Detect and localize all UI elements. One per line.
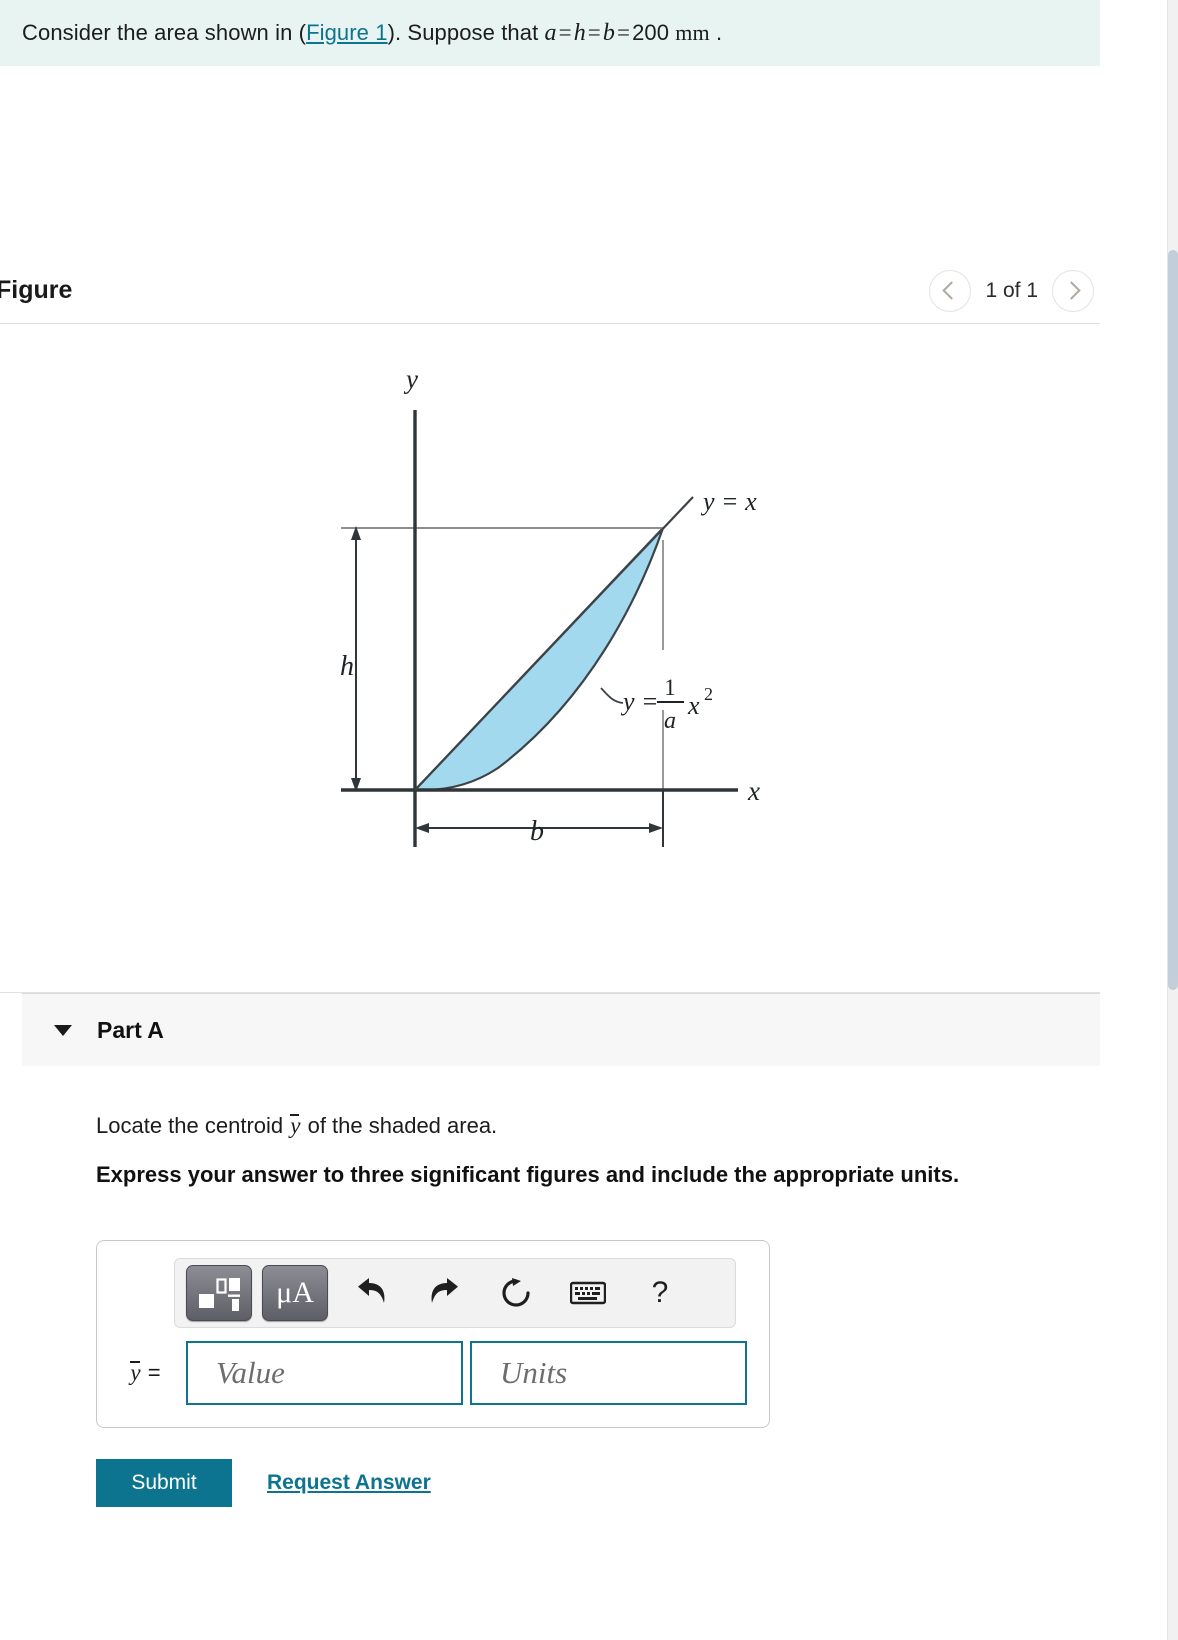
h-label: h <box>340 651 354 682</box>
parabola-label-leader <box>600 687 624 704</box>
help-button[interactable]: ? <box>632 1266 688 1320</box>
question-suffix: of the shaded area. <box>301 1113 498 1138</box>
figure-prev-button[interactable] <box>929 269 972 312</box>
answer-variable-label: y = <box>111 1360 179 1386</box>
parabola-eq-numerator: 1 <box>664 675 676 700</box>
figure-title: Figure <box>0 276 73 304</box>
parabola-eq-x: x <box>687 691 700 720</box>
keyboard-icon[interactable] <box>560 1266 616 1320</box>
value-input[interactable]: Value <box>186 1341 463 1405</box>
value-input-placeholder: Value <box>216 1355 285 1390</box>
answer-entry-box: μA ? y = Value Units <box>96 1240 770 1428</box>
page-scrollbar-thumb[interactable] <box>1168 250 1178 990</box>
answer-input-row: y = Value Units <box>111 1341 747 1405</box>
chevron-right-icon <box>1062 281 1081 300</box>
submit-button[interactable]: Submit <box>96 1459 232 1507</box>
b-arrow-left <box>415 823 429 833</box>
help-question-mark-icon: ? <box>651 1276 669 1309</box>
problem-statement-banner: Consider the area shown in (Figure 1). S… <box>0 0 1100 66</box>
b-arrow-right <box>649 823 663 833</box>
problem-statement-text: Consider the area shown in (Figure 1). S… <box>0 18 722 48</box>
variable-b: b <box>602 20 615 46</box>
parabola-eq-lhs: y = <box>620 687 659 716</box>
units-palette-label: μA <box>276 1276 314 1309</box>
equals-2: = <box>587 20 601 45</box>
value-200: 200 <box>632 20 670 45</box>
parabola-eq-exponent: 2 <box>704 684 713 704</box>
variable-a: a <box>544 20 557 46</box>
centroid-area-diagram: y x h b y = x y = 1 a x 2 <box>318 350 798 865</box>
period: . <box>715 20 723 45</box>
b-label: b <box>530 816 544 847</box>
answer-equals-sign: = <box>147 1360 161 1385</box>
parabola-eq-denominator: a <box>664 708 676 734</box>
part-a-label: Part A <box>97 1016 164 1043</box>
reset-circle-icon[interactable] <box>488 1266 544 1320</box>
variable-h: h <box>573 20 586 46</box>
problem-text-prefix: Consider the area shown in ( <box>22 20 307 45</box>
y-axis-label: y <box>403 364 418 394</box>
figure-header: Figure 1 of 1 <box>0 258 1100 324</box>
line-y-equals-x <box>414 496 694 791</box>
line-equation-label: y = x <box>700 487 757 516</box>
units-input-placeholder: Units <box>500 1355 568 1390</box>
template-icon[interactable] <box>186 1265 252 1321</box>
units-input[interactable]: Units <box>470 1341 747 1405</box>
x-axis-label: x <box>747 776 760 806</box>
answer-y-bar-symbol: y <box>130 1360 141 1385</box>
equals-1: = <box>558 20 572 45</box>
question-text: Locate the centroid y of the shaded area… <box>96 1113 497 1139</box>
caret-down-icon[interactable] <box>54 1024 72 1036</box>
chevron-left-icon <box>942 281 962 300</box>
unit-mm: mm <box>675 20 710 45</box>
figure-next-button[interactable] <box>1052 269 1094 312</box>
parabola-equation-label: y = 1 a x 2 <box>620 675 713 734</box>
redo-arrow-icon[interactable] <box>416 1266 472 1320</box>
figure-1-link[interactable]: Figure 1 <box>306 20 388 45</box>
answer-instruction: Express your answer to three significant… <box>96 1162 960 1187</box>
part-a-header[interactable]: Part A <box>22 993 1100 1066</box>
figure-page-count: 1 of 1 <box>985 278 1038 302</box>
answer-toolbar: μA ? <box>174 1258 736 1328</box>
question-prefix: Locate the centroid <box>96 1113 290 1138</box>
units-palette-button[interactable]: μA <box>262 1265 328 1321</box>
figure-pager: 1 of 1 <box>929 269 1100 312</box>
equals-3: = <box>616 20 631 45</box>
problem-text-middle: ). Suppose that <box>387 20 545 45</box>
request-answer-link[interactable]: Request Answer <box>267 1471 431 1495</box>
page-scrollbar-track[interactable] <box>1167 0 1178 1640</box>
undo-arrow-icon[interactable] <box>344 1266 400 1320</box>
y-bar-symbol: y <box>290 1113 301 1138</box>
figure-body: y x h b y = x y = 1 a x 2 <box>0 324 1100 993</box>
